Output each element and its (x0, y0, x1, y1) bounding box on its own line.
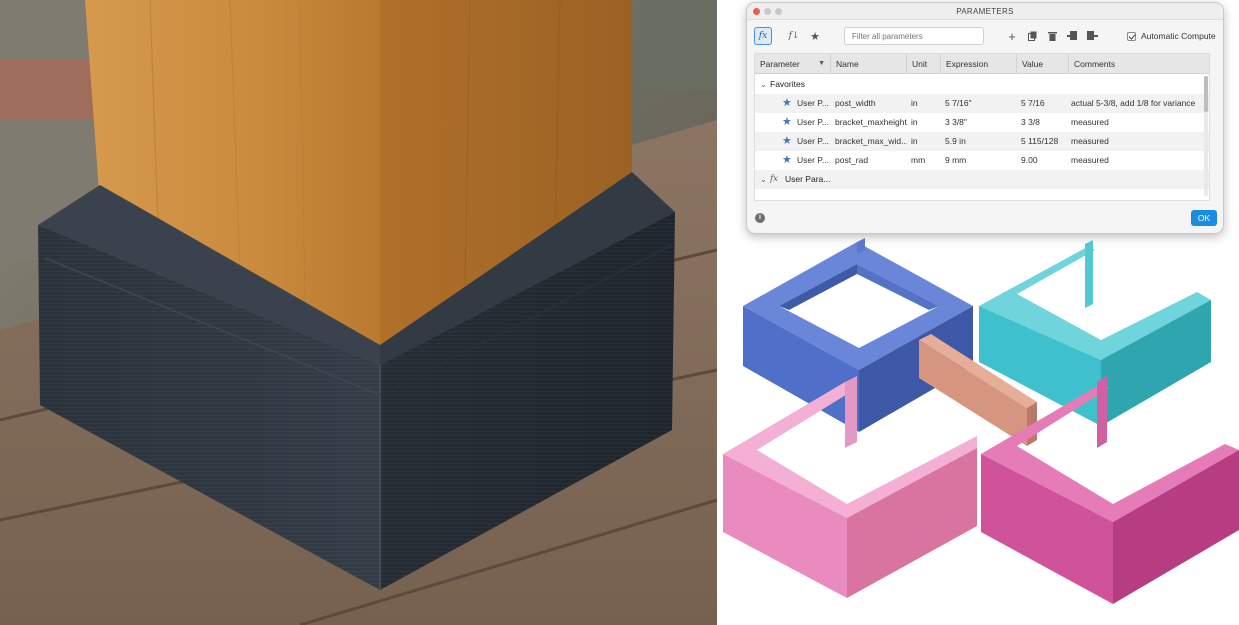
automatic-compute-label: Automatic Compute (1141, 31, 1216, 41)
filter-parameters-input[interactable] (844, 27, 984, 45)
cell-unit: mm (911, 155, 926, 165)
cell-comment[interactable]: measured (1071, 132, 1209, 151)
star-favorite-icon[interactable]: ★ (782, 116, 792, 128)
chevron-down-icon[interactable]: ⌄ (760, 170, 767, 189)
star-filter-icon[interactable]: ★ (807, 27, 823, 45)
copy-parameter-icon[interactable] (1025, 27, 1039, 45)
dialog-title: PARAMETERS (956, 7, 1014, 16)
cell-name: bracket_max_wid... (835, 136, 907, 146)
cell-name: post_width (835, 98, 876, 108)
photo-illustration (0, 0, 717, 625)
cell-comment[interactable]: measured (1071, 151, 1209, 170)
cell-unit: in (911, 136, 918, 146)
photo-post-bracket (0, 0, 717, 625)
cell-parameter: User P... (797, 155, 829, 165)
cell-unit: in (911, 117, 918, 127)
cad-3d-render (717, 236, 1239, 625)
group-favorites[interactable]: ⌄ Favorites (755, 75, 1209, 94)
automatic-compute-checkbox[interactable] (1127, 31, 1136, 41)
table-row[interactable]: ★ User P... bracket_maxheight in 3 3/8" … (755, 113, 1209, 132)
star-favorite-icon[interactable]: ★ (782, 135, 792, 147)
cell-parameter: User P... (797, 136, 829, 146)
cell-parameter: User P... (797, 117, 829, 127)
cell-value: 5 7/16 (1021, 98, 1045, 108)
cell-unit: in (911, 98, 918, 108)
cell-expression[interactable]: 5 7/16" (945, 94, 1015, 113)
table-header: Parameter ▼ Name Unit Expression Value Co… (755, 54, 1209, 74)
chevron-down-icon[interactable]: ⌄ (760, 75, 767, 94)
table-row[interactable]: ★ User P... post_width in 5 7/16" 5 7/16… (755, 94, 1209, 113)
group-user-parameters[interactable]: ⌄ fx User Para... (755, 170, 1209, 189)
cell-comment[interactable]: actual 5-3/8, add 1/8 for variance (1071, 94, 1209, 113)
dialog-toolbar: fx f↓ ★ + Automatic Compute (747, 21, 1223, 53)
parameters-table: Parameter ▼ Name Unit Expression Value Co… (754, 53, 1210, 201)
table-scrollbar-thumb[interactable] (1204, 76, 1208, 112)
cell-value: 3 3/8 (1021, 117, 1040, 127)
info-icon[interactable]: i (755, 213, 765, 223)
star-favorite-icon[interactable]: ★ (782, 97, 792, 109)
cell-name: bracket_maxheight (835, 117, 907, 127)
parameters-dialog: PARAMETERS fx f↓ ★ + Automatic Compute (746, 2, 1224, 234)
cell-parameter: User P... (797, 98, 829, 108)
cell-value: 9.00 (1021, 155, 1038, 165)
column-header-name[interactable]: Name (831, 54, 907, 74)
fx-favorites-icon[interactable]: f↓ (786, 27, 802, 45)
cell-expression[interactable]: 3 3/8" (945, 113, 1015, 132)
cell-expression[interactable]: 5.9 in (945, 132, 1015, 151)
pink-bracket-part (723, 376, 977, 598)
automatic-compute-toggle[interactable]: Automatic Compute (1127, 31, 1216, 41)
blue-bracket-part (743, 238, 973, 432)
add-parameter-icon[interactable]: + (1005, 27, 1019, 45)
bracket-parts-illustration (723, 238, 1239, 604)
import-parameters-icon[interactable] (1065, 27, 1079, 45)
fx-icon: fx (770, 174, 778, 184)
star-favorite-icon[interactable]: ★ (782, 154, 792, 166)
table-row[interactable]: ★ User P... bracket_max_wid... in 5.9 in… (755, 132, 1209, 151)
column-header-comments[interactable]: Comments (1069, 54, 1209, 74)
cell-expression[interactable]: 9 mm (945, 151, 1015, 170)
fx-all-parameters-icon[interactable]: fx (754, 27, 772, 45)
cell-value: 5 115/128 (1021, 136, 1059, 146)
ok-button[interactable]: OK (1191, 210, 1217, 226)
delete-parameter-icon[interactable] (1045, 27, 1059, 45)
table-row[interactable]: ★ User P... post_rad mm 9 mm 9.00 measur… (755, 151, 1209, 170)
column-header-expression[interactable]: Expression (941, 54, 1017, 74)
column-header-value[interactable]: Value (1017, 54, 1069, 74)
export-parameters-icon[interactable] (1085, 27, 1099, 45)
column-header-unit[interactable]: Unit (907, 54, 941, 74)
cell-comment[interactable]: measured (1071, 113, 1209, 132)
column-header-parameter[interactable]: Parameter ▼ (755, 54, 831, 74)
cad-panel: PARAMETERS fx f↓ ★ + Automatic Compute (717, 0, 1239, 625)
dialog-titlebar: PARAMETERS (747, 3, 1223, 20)
cell-name: post_rad (835, 155, 869, 165)
